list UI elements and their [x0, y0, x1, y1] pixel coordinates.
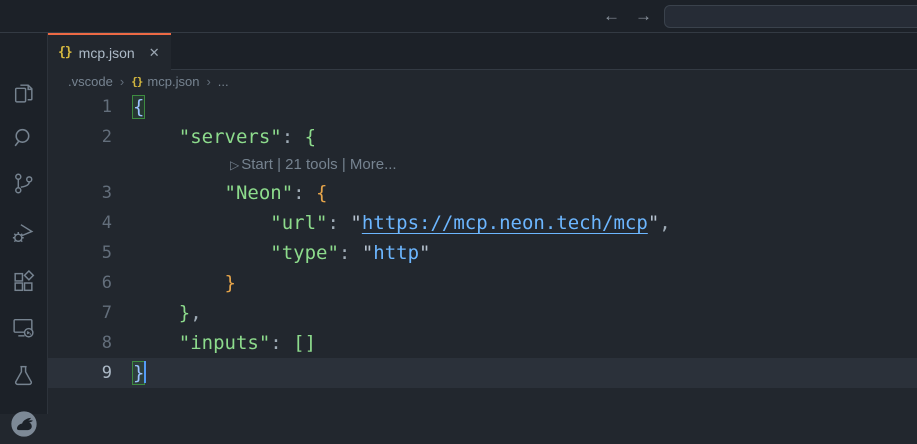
beaker-icon: [11, 363, 36, 388]
code-line-content[interactable]: "Neon": {: [133, 178, 917, 208]
line-number: [48, 152, 133, 178]
tab-label: mcp.json: [79, 45, 135, 61]
sidebar-item-run-debug[interactable]: [0, 212, 47, 252]
breadcrumb-item-symbol[interactable]: ...: [218, 74, 229, 89]
line-number[interactable]: 6: [48, 268, 133, 298]
sidebar-item-remote-explorer[interactable]: [0, 307, 47, 347]
sidebar-item-testing[interactable]: [0, 355, 47, 395]
git-branch-icon: [11, 171, 36, 196]
debug-icon: [11, 220, 36, 245]
json-file-icon: {}: [58, 45, 72, 60]
code-line: 7 },: [48, 298, 917, 328]
line-number[interactable]: 1: [48, 92, 133, 122]
line-number[interactable]: 9: [48, 358, 133, 388]
command-center-search[interactable]: [664, 5, 917, 28]
line-number[interactable]: 2: [48, 122, 133, 152]
code-line: 1{: [48, 92, 917, 122]
code-line-content[interactable]: }: [133, 358, 917, 388]
line-number[interactable]: 4: [48, 208, 133, 238]
history-nav: ← →: [603, 0, 652, 32]
chevron-right-icon: ›: [120, 74, 124, 89]
sidebar-item-coderabbit[interactable]: [0, 404, 47, 444]
code-line: 3 "Neon": {: [48, 178, 917, 208]
line-number[interactable]: 8: [48, 328, 133, 358]
code-line: 4 "url": "https://mcp.neon.tech/mcp",: [48, 208, 917, 238]
code-line-content[interactable]: "url": "https://mcp.neon.tech/mcp",: [133, 208, 917, 238]
line-number[interactable]: 3: [48, 178, 133, 208]
search-icon: [11, 125, 36, 150]
code-line-content[interactable]: "type": "http": [133, 238, 917, 268]
sidebar-item-extensions[interactable]: [0, 262, 47, 302]
code-rows: 1{2 "servers": {▷Start | 21 tools | More…: [48, 92, 917, 388]
code-line-content[interactable]: },: [133, 298, 917, 328]
title-bar: ← →: [0, 0, 917, 33]
breadcrumb-item-mcp-json[interactable]: {} mcp.json: [131, 74, 199, 89]
code-line: 8 "inputs": []: [48, 328, 917, 358]
code-line-content[interactable]: {: [133, 92, 917, 122]
code-line: 2 "servers": {: [48, 122, 917, 152]
json-file-icon: {}: [131, 75, 142, 88]
back-arrow-icon[interactable]: ←: [603, 6, 620, 26]
files-icon: [11, 81, 36, 106]
code-line-content[interactable]: "inputs": []: [133, 328, 917, 358]
tab-mcp-json[interactable]: {} mcp.json ✕: [48, 33, 171, 70]
line-number[interactable]: 7: [48, 298, 133, 328]
play-icon: ▷: [230, 158, 239, 172]
text-cursor: [144, 361, 146, 383]
codelens-row: ▷Start | 21 tools | More...: [48, 152, 917, 178]
activity-bar: [0, 33, 48, 414]
code-line: 5 "type": "http": [48, 238, 917, 268]
sidebar-item-explorer[interactable]: [0, 73, 47, 113]
line-number[interactable]: 5: [48, 238, 133, 268]
code-line-content[interactable]: "servers": {: [133, 122, 917, 152]
code-line-content[interactable]: }: [133, 268, 917, 298]
extensions-icon: [11, 270, 36, 295]
breadcrumb-item-vscode[interactable]: .vscode: [68, 74, 113, 89]
code-line: 6 }: [48, 268, 917, 298]
chevron-right-icon: ›: [206, 74, 210, 89]
forward-arrow-icon[interactable]: →: [635, 6, 652, 26]
sidebar-item-source-control[interactable]: [0, 163, 47, 203]
remote-icon: [11, 315, 36, 340]
editor-group: {} mcp.json ✕ .vscode › {} mcp.json › ..…: [48, 33, 917, 414]
codelens-content[interactable]: ▷Start | 21 tools | More...: [133, 152, 917, 178]
code-line: 9}: [48, 358, 917, 388]
tab-bar: {} mcp.json ✕: [48, 33, 917, 70]
sidebar-item-search[interactable]: [0, 117, 47, 157]
breadcrumb: .vscode › {} mcp.json › ...: [48, 70, 917, 92]
close-icon[interactable]: ✕: [149, 45, 160, 61]
